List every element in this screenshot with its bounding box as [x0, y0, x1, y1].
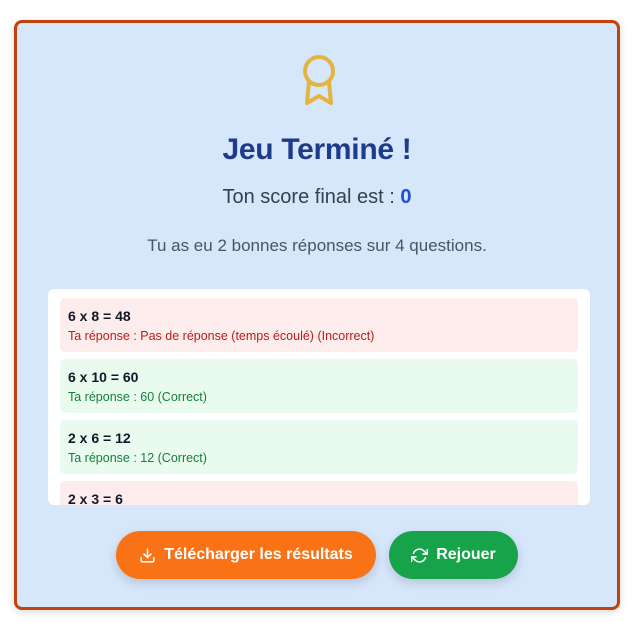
- final-score-value: 0: [400, 186, 412, 208]
- replay-label: Rejouer: [436, 546, 496, 563]
- results-list[interactable]: 6 x 8 = 48 Ta réponse : Pas de réponse (…: [48, 289, 590, 505]
- result-item-correct: 6 x 10 = 60 Ta réponse : 60 (Correct): [60, 359, 578, 413]
- download-results-button[interactable]: Télécharger les résultats: [116, 531, 376, 579]
- final-score-label: Ton score final est :: [222, 186, 401, 208]
- download-results-label: Télécharger les résultats: [164, 546, 353, 563]
- result-item-correct: 2 x 6 = 12 Ta réponse : 12 (Correct): [60, 420, 578, 474]
- result-question: 6 x 10 = 60: [68, 369, 139, 385]
- result-question: 6 x 8 = 48: [68, 308, 131, 324]
- refresh-icon: [411, 547, 429, 563]
- game-over-card: Jeu Terminé ! Ton score final est : 0 Tu…: [14, 20, 620, 610]
- result-answer: Ta réponse : 60 (Correct): [68, 390, 207, 404]
- final-score: Ton score final est : 0: [17, 186, 617, 209]
- award-icon: [299, 53, 339, 109]
- result-item-incorrect: 6 x 8 = 48 Ta réponse : Pas de réponse (…: [60, 298, 578, 352]
- results-summary: Tu as eu 2 bonnes réponses sur 4 questio…: [147, 236, 487, 255]
- download-icon: [140, 547, 155, 563]
- replay-button[interactable]: Rejouer: [389, 531, 518, 579]
- result-item-incorrect: 2 x 3 = 6: [60, 481, 578, 505]
- result-answer: Ta réponse : Pas de réponse (temps écoul…: [68, 329, 375, 343]
- result-answer: Ta réponse : 12 (Correct): [68, 451, 207, 465]
- result-question: 2 x 6 = 12: [68, 430, 131, 446]
- result-question: 2 x 3 = 6: [68, 491, 123, 505]
- page-title: Jeu Terminé !: [222, 133, 412, 166]
